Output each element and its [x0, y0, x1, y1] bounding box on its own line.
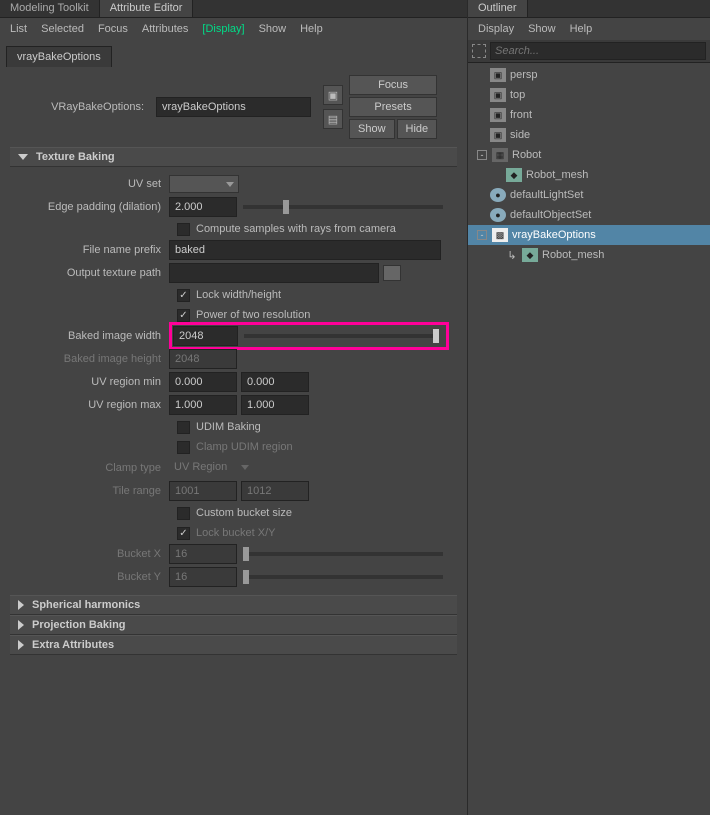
power2-checkbox[interactable] — [177, 309, 190, 322]
camera-icon: ▣ — [490, 108, 506, 122]
menu-display[interactable]: Display — [202, 23, 244, 35]
node-tab-vraybakeoptions[interactable]: vrayBakeOptions — [6, 46, 112, 67]
tree-item-defaultlightset[interactable]: ● defaultLightSet — [468, 185, 710, 205]
clamp-type-dropdown — [239, 459, 253, 477]
section-extra[interactable]: Extra Attributes — [10, 635, 457, 655]
expand-icon[interactable]: - — [477, 230, 487, 240]
bucket-x-slider — [243, 552, 443, 556]
section-spherical[interactable]: Spherical harmonics — [10, 595, 457, 615]
tile-b-input — [241, 481, 309, 501]
lock-wh-checkbox[interactable] — [177, 289, 190, 302]
select-focus-icon[interactable]: ▣ — [323, 85, 343, 105]
section-projection[interactable]: Projection Baking — [10, 615, 457, 635]
input-node-name[interactable] — [156, 97, 311, 117]
mesh-icon: ◆ — [506, 168, 522, 182]
menu-attributes[interactable]: Attributes — [142, 23, 188, 35]
set-icon: ● — [490, 188, 506, 202]
outliner-menu-display[interactable]: Display — [478, 23, 514, 35]
menu-help[interactable]: Help — [300, 23, 323, 35]
compute-samples-checkbox[interactable] — [177, 223, 190, 236]
chevron-right-icon — [18, 620, 24, 630]
uvmin-y-input[interactable] — [241, 372, 309, 392]
outliner-search-input[interactable] — [490, 42, 706, 60]
tab-attribute-editor[interactable]: Attribute Editor — [100, 0, 194, 17]
show-button[interactable]: Show — [349, 119, 395, 139]
lock-bucket-checkbox[interactable] — [177, 527, 190, 540]
transform-icon: ▦ — [492, 148, 508, 162]
edge-padding-slider[interactable] — [243, 205, 443, 209]
tree-item-front[interactable]: ▣ front — [468, 105, 710, 125]
tree-item-robot-mesh[interactable]: ◆ Robot_mesh — [468, 165, 710, 185]
link-arrow-icon: ↳ — [506, 249, 518, 262]
uvmin-x-input[interactable] — [169, 372, 237, 392]
focus-button[interactable]: Focus — [349, 75, 437, 95]
section-texture-baking[interactable]: Texture Baking — [10, 147, 457, 167]
tree-item-robot[interactable]: - ▦ Robot — [468, 145, 710, 165]
menu-show[interactable]: Show — [259, 23, 287, 35]
menu-list[interactable]: List — [10, 23, 27, 35]
bucket-y-slider — [243, 575, 443, 579]
baked-width-input[interactable] — [173, 326, 238, 346]
camera-icon: ▣ — [490, 88, 506, 102]
outliner-menu-help[interactable]: Help — [570, 23, 593, 35]
baked-width-slider[interactable] — [244, 334, 439, 338]
mesh-icon: ◆ — [522, 248, 538, 262]
baked-height-input — [169, 349, 237, 369]
uvmax-y-input[interactable] — [241, 395, 309, 415]
uvmax-x-input[interactable] — [169, 395, 237, 415]
tree-item-side[interactable]: ▣ side — [468, 125, 710, 145]
edge-padding-input[interactable] — [169, 197, 237, 217]
filename-prefix-input[interactable] — [169, 240, 441, 260]
clamp-type-value: UV Region — [169, 458, 239, 478]
bucket-y-input — [169, 567, 237, 587]
label-vraybakeoptions: VRayBakeOptions: — [10, 101, 150, 113]
tree-item-vray-child[interactable]: ↳ ◆ Robot_mesh — [468, 245, 710, 265]
camera-icon: ▣ — [490, 128, 506, 142]
tree-item-top[interactable]: ▣ top — [468, 85, 710, 105]
tab-modeling-toolkit[interactable]: Modeling Toolkit — [0, 0, 100, 17]
presets-button[interactable]: Presets — [349, 97, 437, 117]
tree-item-vraybakeoptions[interactable]: - ▩ vrayBakeOptions — [468, 225, 710, 245]
hide-button[interactable]: Hide — [397, 119, 438, 139]
menu-focus[interactable]: Focus — [98, 23, 128, 35]
tree-item-persp[interactable]: ▣ persp — [468, 65, 710, 85]
search-scope-icon[interactable] — [472, 44, 486, 58]
menu-selected[interactable]: Selected — [41, 23, 84, 35]
udim-checkbox[interactable] — [177, 421, 190, 434]
uvset-dropdown[interactable] — [169, 175, 239, 193]
chevron-right-icon — [18, 600, 24, 610]
chevron-right-icon — [18, 640, 24, 650]
input-output-icon[interactable]: ▤ — [323, 109, 343, 129]
vray-icon: ▩ — [492, 228, 508, 242]
chevron-down-icon — [18, 154, 28, 160]
tree-item-defaultobjectset[interactable]: ● defaultObjectSet — [468, 205, 710, 225]
expand-icon[interactable]: - — [477, 150, 487, 160]
folder-icon[interactable] — [383, 265, 401, 281]
set-icon: ● — [490, 208, 506, 222]
outliner-menu-show[interactable]: Show — [528, 23, 556, 35]
output-path-input[interactable] — [169, 263, 379, 283]
camera-icon: ▣ — [490, 68, 506, 82]
clamp-udim-checkbox[interactable] — [177, 441, 190, 454]
bucket-x-input — [169, 544, 237, 564]
tab-outliner[interactable]: Outliner — [468, 0, 528, 17]
baked-width-highlight — [169, 322, 449, 350]
custom-bucket-checkbox[interactable] — [177, 507, 190, 520]
tile-a-input — [169, 481, 237, 501]
